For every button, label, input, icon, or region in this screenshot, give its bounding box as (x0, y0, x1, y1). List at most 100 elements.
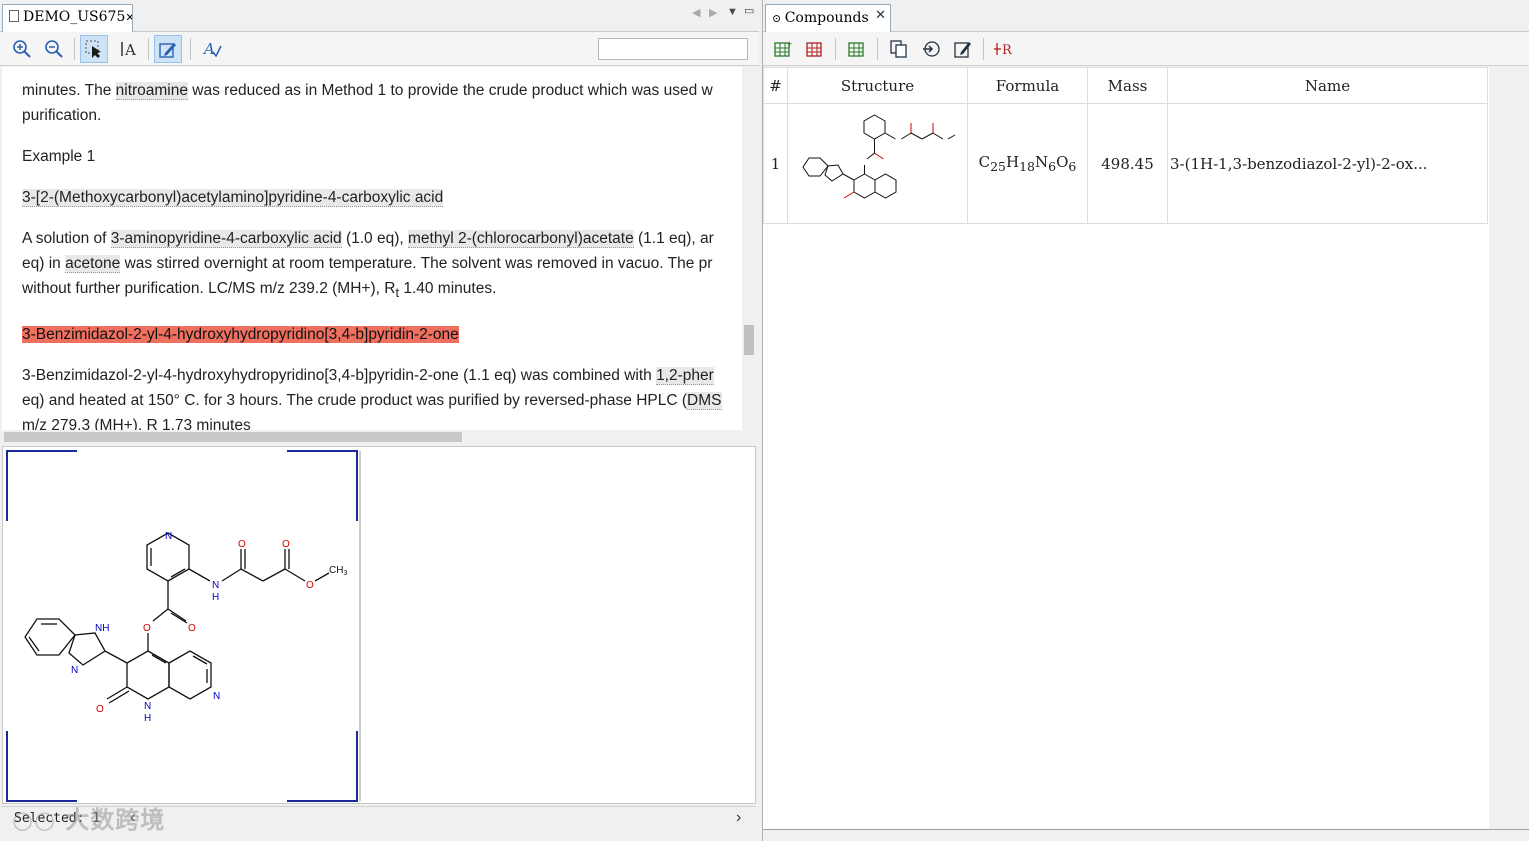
toolbar-separator (835, 38, 836, 60)
compounds-tab[interactable]: ⊙ Compounds ✕ (765, 4, 891, 32)
entity-chemical-selected[interactable]: 3-Benzimidazol-2-yl-4-hydroxyhydropyridi… (22, 326, 459, 343)
entity-chemical[interactable]: 1,2-pher (656, 367, 714, 385)
text-line: 3-Benzimidazol-2-yl-4-hydroxyhydropyridi… (22, 326, 738, 344)
spell-check-button[interactable]: A (198, 35, 226, 63)
select-tool-button[interactable] (80, 35, 108, 63)
column-header-index[interactable]: # (763, 67, 788, 104)
atom-label: H (144, 713, 151, 724)
structure-viewer[interactable]: N O O N H O CH3 NH N O O N O N H (2, 446, 756, 804)
entity-chemical[interactable]: nitroamine (115, 82, 188, 100)
formula-count: 6 (1068, 159, 1077, 174)
document-tab[interactable]: DEMO_US675✕ (2, 4, 133, 32)
zoom-in-icon (13, 40, 31, 58)
atom-label: N (213, 691, 220, 702)
document-pane: DEMO_US675✕ ◀ ▶ ▼ ▭ A (0, 0, 759, 841)
copy-structure-button[interactable] (885, 35, 913, 63)
text-run: 1.40 minutes. (399, 280, 497, 297)
text-run: was reduced as in Method 1 to provide th… (188, 82, 713, 99)
atom-label: O (306, 580, 314, 591)
atom-label-text: CH (329, 565, 343, 576)
text-run: A solution of (22, 230, 111, 247)
document-search-input[interactable] (598, 38, 748, 60)
table-add-icon: + (774, 39, 792, 57)
tab-prev-icon[interactable]: ◀ (692, 6, 700, 19)
formula-element: C (978, 153, 991, 171)
close-icon[interactable]: ✕ (875, 8, 886, 23)
text-line: 3-[2-(Methoxycarbonyl)acetylamino]pyridi… (22, 189, 738, 207)
chevron-right-icon[interactable]: › (736, 809, 741, 827)
edit-document-icon (159, 43, 176, 58)
document-text-view[interactable]: minutes. The nitroamine was reduced as i… (2, 67, 742, 430)
maximize-icon[interactable]: ▭ (744, 4, 754, 17)
cell-index: 1 (763, 103, 788, 224)
document-tab-label: DEMO_US675 (23, 9, 126, 25)
document-tabbar: DEMO_US675✕ ◀ ▶ ▼ ▭ (0, 0, 759, 32)
cell-structure[interactable] (787, 103, 968, 224)
compounds-toolbar: + R (763, 32, 1529, 66)
edit-icon (954, 42, 971, 58)
zoom-in-button[interactable] (8, 35, 36, 63)
tab-menu-icon[interactable]: ▼ (727, 6, 738, 18)
text-line: purification. (22, 107, 102, 124)
svg-text:A: A (124, 41, 136, 59)
column-header-mass[interactable]: Mass (1087, 67, 1168, 104)
entity-chemical[interactable]: DMS (687, 392, 722, 410)
app-window: DEMO_US675✕ ◀ ▶ ▼ ▭ A (0, 0, 1529, 841)
column-header-formula[interactable]: Formula (967, 67, 1088, 104)
compounds-icon: ⊙ (772, 12, 785, 25)
table-remove-icon (806, 42, 822, 57)
table-row[interactable]: 1 C25H18N6O6 498.45 3-(1H-1,3-benzodiazo… (763, 103, 1488, 224)
formula-count: 18 (1019, 159, 1036, 174)
text-line: A solution of 3-aminopyridine-4-carboxyl… (22, 230, 738, 248)
toolbar-separator (190, 38, 191, 60)
edit-button[interactable] (949, 35, 977, 63)
svg-text:+: + (787, 39, 792, 49)
table-insert-icon (848, 42, 864, 57)
text-line: m/z 279.3 (MH+), R 1.73 minutes (22, 417, 251, 430)
insert-row-button[interactable] (843, 35, 871, 63)
close-icon[interactable]: ✕ (125, 11, 132, 24)
atom-label: CH3 (329, 565, 347, 577)
annotate-button[interactable] (154, 35, 182, 63)
atom-label: O (188, 623, 196, 634)
text-vertical-scrollbar[interactable] (742, 67, 757, 430)
atom-label-sub: 3 (343, 570, 347, 577)
text-line: without further purification. LC/MS m/z … (22, 280, 738, 300)
text-run: (1.0 eq), (341, 230, 408, 247)
r-group-button[interactable]: R (991, 35, 1019, 63)
atom-label: N (165, 531, 172, 542)
toolbar-separator (877, 38, 878, 60)
molecule-structure[interactable]: N O O N H O CH3 NH N O O N O N H (3, 447, 757, 805)
formula-count: 25 (990, 159, 1007, 174)
copy-icon (890, 40, 907, 58)
column-header-structure[interactable]: Structure (787, 67, 968, 104)
atom-label: N (71, 665, 78, 676)
entity-chemical[interactable]: 3-aminopyridine-4-carboxylic acid (110, 230, 342, 248)
entity-chemical[interactable]: acetone (65, 255, 121, 273)
text-run: (1.1 eq), ar (633, 230, 714, 247)
formula-element: N (1035, 153, 1049, 171)
example-heading: Example 1 (22, 148, 96, 165)
text-horizontal-scrollbar[interactable] (2, 430, 742, 444)
remove-table-button[interactable] (801, 35, 829, 63)
structure-thumbnail (801, 113, 955, 199)
entity-chemical[interactable]: methyl 2-(chlorocarbonyl)acetate (407, 230, 634, 248)
tab-next-icon[interactable]: ▶ (709, 6, 717, 19)
compounds-pane: ⊙ Compounds ✕ + R # Structure Formula Ma… (762, 0, 1529, 841)
toolbar-separator (983, 38, 984, 60)
entity-chemical[interactable]: 3-[2-(Methoxycarbonyl)acetylamino]pyridi… (22, 189, 444, 207)
atom-label: N (212, 580, 219, 591)
scroll-thumb[interactable] (744, 325, 754, 355)
cursor-select-icon (85, 40, 101, 58)
text-select-button[interactable]: A (114, 35, 142, 63)
zoom-out-button[interactable] (40, 35, 68, 63)
column-header-name[interactable]: Name (1167, 67, 1488, 104)
text-run: eq) in (22, 255, 66, 272)
text-run: 3-Benzimidazol-2-yl-4-hydroxyhydropyridi… (22, 367, 657, 384)
add-table-button[interactable]: + (769, 35, 797, 63)
cell-name: 3-(1H-1,3-benzodiazol-2-yl)-2-ox... (1167, 103, 1488, 224)
scroll-thumb[interactable] (4, 432, 462, 442)
text-line: eq) and heated at 150° C. for 3 hours. T… (22, 392, 738, 410)
import-button[interactable] (917, 35, 945, 63)
cell-mass: 498.45 (1087, 103, 1168, 224)
